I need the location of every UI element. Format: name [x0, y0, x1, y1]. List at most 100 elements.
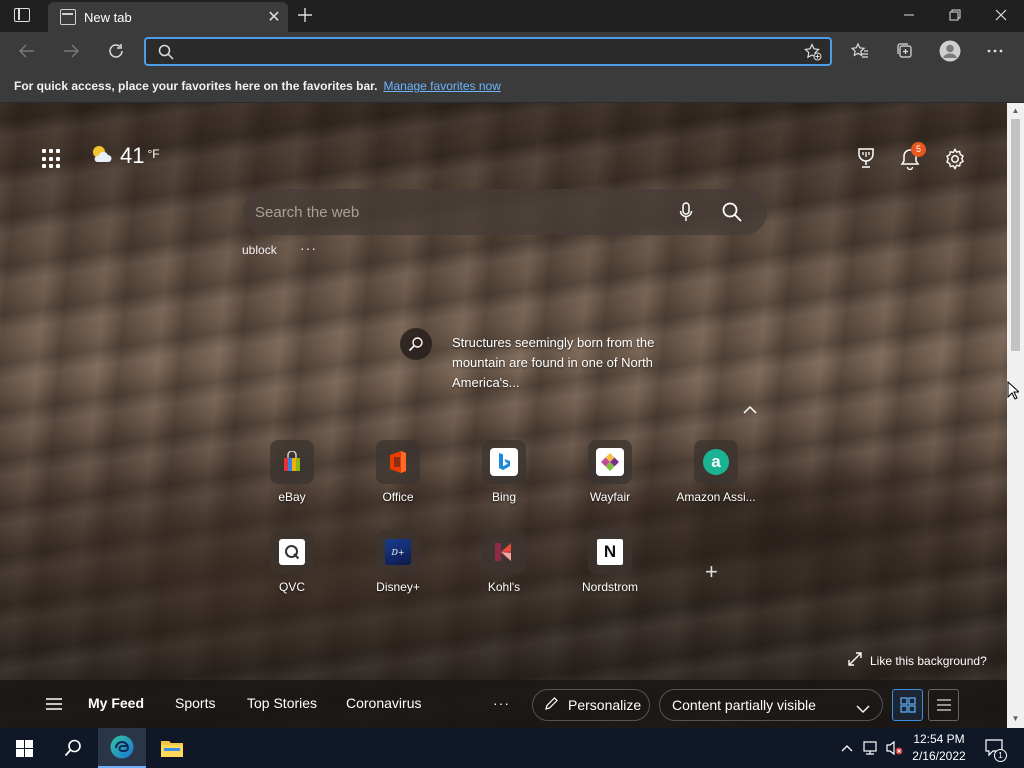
title-bar: New tab ✕	[0, 0, 1024, 32]
page-settings-gear-icon[interactable]	[944, 148, 966, 175]
tab-coronavirus[interactable]: Coronavirus	[346, 695, 421, 711]
scroll-down-arrow[interactable]: ▼	[1011, 714, 1020, 724]
quick-link-ublock[interactable]: ublock	[242, 243, 277, 257]
address-input[interactable]	[178, 42, 798, 62]
add-site-plus-icon[interactable]: +	[705, 559, 718, 585]
favorites-button[interactable]	[845, 36, 875, 66]
page-scrollbar[interactable]: ▲ ▼	[1007, 103, 1024, 728]
top-site-amazon-assistant[interactable]: a Amazon Assi...	[671, 440, 761, 504]
expand-arrows-icon	[848, 652, 862, 669]
volume-muted-icon[interactable]	[883, 728, 905, 768]
top-site-kohls[interactable]: Kohl's	[459, 530, 549, 594]
like-background-button[interactable]: Like this background?	[848, 652, 987, 669]
weather-unit: °F	[147, 147, 160, 161]
new-tab-button[interactable]	[294, 4, 316, 26]
weather-temperature: 41	[120, 143, 145, 168]
mouse-cursor-icon	[1007, 380, 1021, 405]
nordstrom-logo-icon: N	[588, 530, 632, 574]
top-site-disney-plus[interactable]: D+ Disney+	[353, 530, 443, 594]
tab-sports[interactable]: Sports	[175, 695, 215, 711]
grid-view-button[interactable]	[892, 689, 923, 721]
favorites-bar-message: For quick access, place your favorites h…	[14, 79, 378, 93]
wayfair-logo-icon	[588, 440, 632, 484]
favorites-bar: For quick access, place your favorites h…	[0, 70, 1024, 103]
manage-favorites-link[interactable]: Manage favorites now	[383, 79, 500, 93]
rewards-icon[interactable]	[856, 147, 876, 174]
tab-top-stories[interactable]: Top Stories	[247, 695, 317, 711]
action-center-icon[interactable]: 1	[980, 728, 1010, 768]
tile-label: eBay	[278, 490, 306, 504]
bing-logo-icon	[482, 440, 526, 484]
top-site-ebay[interactable]: eBay	[247, 440, 337, 504]
top-site-wayfair[interactable]: Wayfair	[565, 440, 655, 504]
tab-new-tab[interactable]: New tab ✕	[48, 2, 288, 32]
app-launcher-icon[interactable]	[42, 149, 62, 169]
microphone-icon[interactable]	[679, 202, 693, 227]
tile-label: QVC	[278, 580, 305, 594]
quick-links-more-button[interactable]: ···	[300, 240, 317, 256]
new-tab-page: 41 °F 5 ublock ··· Structures seemingly …	[0, 103, 1007, 728]
start-button[interactable]	[0, 728, 48, 768]
scroll-up-arrow[interactable]: ▲	[1011, 106, 1020, 116]
taskbar-edge-button[interactable]	[98, 728, 146, 768]
tile-label: Office	[382, 490, 414, 504]
feed-navigation-bar: My Feed Sports Top Stories Coronavirus ·…	[0, 680, 1007, 728]
clock-date: 2/16/2022	[912, 749, 966, 763]
minimize-button[interactable]	[886, 0, 932, 30]
taskbar-search-button[interactable]	[50, 728, 96, 768]
personalize-label: Personalize	[568, 697, 642, 713]
office-logo-icon	[376, 440, 420, 484]
top-site-bing[interactable]: Bing	[459, 440, 549, 504]
taskbar-file-explorer-button[interactable]	[148, 728, 196, 768]
taskbar-clock[interactable]: 12:54 PM 2/16/2022	[906, 731, 972, 765]
amazon-assistant-logo-icon: a	[694, 440, 738, 484]
notification-count-badge: 5	[911, 142, 926, 157]
background-info-search-icon[interactable]	[400, 328, 432, 360]
personalize-button[interactable]: Personalize	[532, 689, 650, 721]
kohls-logo-icon	[482, 530, 526, 574]
content-visibility-value: Content partially visible	[672, 697, 816, 713]
restore-button[interactable]	[932, 0, 978, 30]
background-info-text[interactable]: Structures seemingly born from the mount…	[452, 333, 692, 393]
address-bar[interactable]	[144, 37, 832, 66]
tab-my-feed[interactable]: My Feed	[88, 695, 144, 711]
like-background-label: Like this background?	[870, 653, 987, 668]
tile-label: Nordstrom	[581, 580, 638, 594]
add-favorite-icon[interactable]	[804, 43, 822, 66]
close-tab-button[interactable]: ✕	[260, 7, 288, 27]
refresh-button[interactable]	[101, 36, 131, 66]
close-window-button[interactable]	[978, 0, 1024, 30]
list-view-button[interactable]	[928, 689, 959, 721]
top-site-office[interactable]: Office	[353, 440, 443, 504]
clock-time: 12:54 PM	[913, 732, 965, 746]
show-hidden-icons-chevron-up-icon[interactable]	[838, 728, 856, 768]
tab-title: New tab	[84, 9, 132, 25]
feed-more-button[interactable]: ···	[493, 695, 510, 711]
tile-label: Kohl's	[487, 580, 521, 594]
network-icon[interactable]	[860, 728, 882, 768]
back-button[interactable]	[12, 36, 42, 66]
feed-menu-icon[interactable]	[45, 697, 63, 716]
browser-toolbar	[0, 32, 1024, 70]
chevron-up-icon[interactable]	[742, 402, 758, 420]
scroll-thumb[interactable]	[1011, 119, 1020, 351]
pencil-icon	[545, 697, 558, 713]
partly-cloudy-icon	[90, 144, 112, 169]
weather-widget[interactable]: 41 °F	[90, 143, 160, 169]
search-submit-icon[interactable]	[722, 202, 742, 227]
collections-button[interactable]	[890, 36, 920, 66]
qvc-logo-icon	[270, 530, 314, 574]
profile-avatar[interactable]	[935, 36, 965, 66]
tab-actions-icon[interactable]	[14, 8, 30, 22]
tile-label: Bing	[491, 490, 517, 504]
content-visibility-dropdown[interactable]: Content partially visible	[659, 689, 883, 721]
top-site-nordstrom[interactable]: N Nordstrom	[565, 530, 655, 594]
tile-label: Disney+	[376, 580, 420, 594]
web-search-box[interactable]	[243, 189, 767, 235]
settings-and-more-button[interactable]	[980, 36, 1010, 66]
windows-taskbar: 12:54 PM 2/16/2022 1	[0, 728, 1024, 768]
forward-button[interactable]	[56, 36, 86, 66]
web-search-input[interactable]	[255, 201, 655, 223]
top-site-qvc[interactable]: QVC	[247, 530, 337, 594]
notifications-bell-icon[interactable]: 5	[900, 142, 926, 175]
